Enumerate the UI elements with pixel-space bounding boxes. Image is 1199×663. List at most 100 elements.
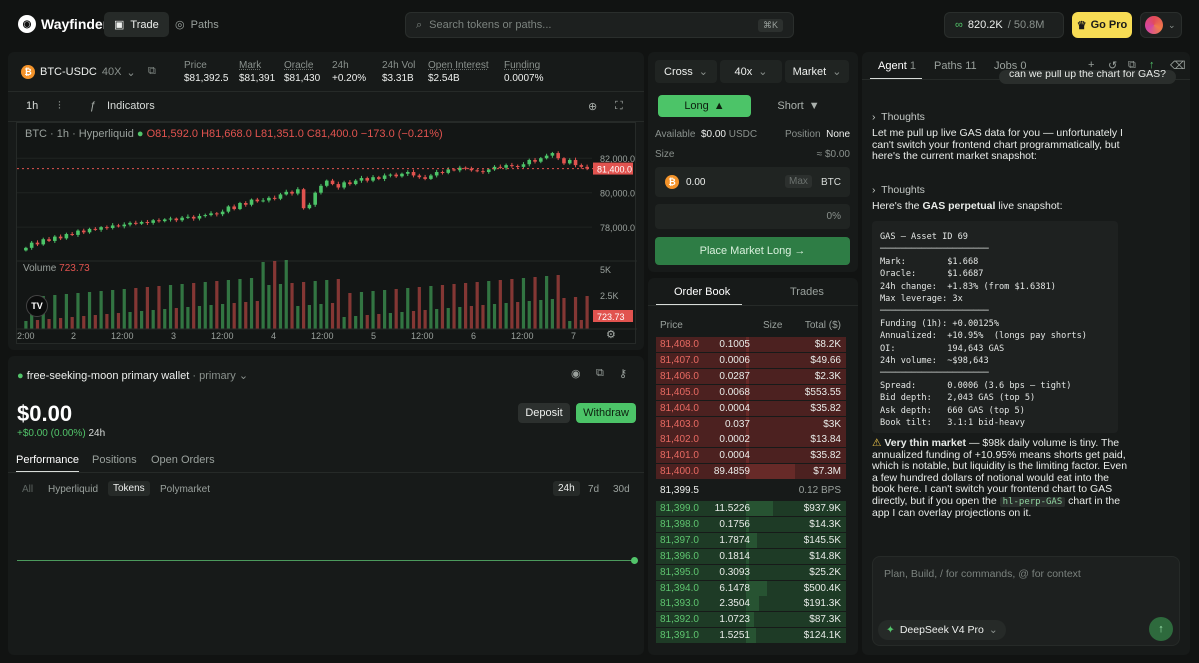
- volume-bar: [296, 306, 300, 329]
- candle-body: [197, 215, 202, 219]
- app-logo[interactable]: ◉ Wayfinder: [18, 15, 108, 33]
- percent-slider[interactable]: 0%: [655, 204, 850, 229]
- balance-display[interactable]: ∞ 820.2K/ 50.8M: [944, 12, 1064, 38]
- candle-style-icon[interactable]: ⫶: [58, 100, 61, 113]
- candle-body: [353, 180, 358, 185]
- eye-icon[interactable]: ◉: [571, 367, 581, 380]
- volume-bar: [215, 281, 219, 329]
- candle-body: [429, 175, 433, 179]
- key-icon[interactable]: ⚷: [619, 367, 627, 380]
- nav-paths[interactable]: ◎ Paths: [165, 12, 229, 37]
- tab-performance[interactable]: Performance: [16, 454, 79, 472]
- bid-row[interactable]: 81,393.0 2.3504 $191.3K: [656, 596, 846, 612]
- ask-row[interactable]: 81,408.0 0.1005 $8.2K: [656, 337, 846, 352]
- model-selector[interactable]: ✦ DeepSeek V4 Pro ⌄: [878, 620, 1006, 640]
- bitcoin-icon: ₿: [665, 175, 679, 189]
- volume-bar: [64, 294, 68, 329]
- ask-row[interactable]: 81,401.0 0.0004 $35.82: [656, 448, 846, 464]
- thoughts-toggle[interactable]: › Thoughts: [872, 111, 925, 123]
- range-7d[interactable]: 7d: [588, 484, 599, 495]
- fullscreen-icon[interactable]: ⛶: [615, 100, 623, 113]
- max-button[interactable]: Max: [785, 175, 812, 188]
- bid-row[interactable]: 81,396.0 0.1814 $14.8K: [656, 548, 846, 564]
- filter-tokens[interactable]: Tokens: [108, 481, 150, 496]
- volume-bar: [539, 300, 543, 329]
- wallet-selector[interactable]: ● free-seeking-moon primary wallet · pri…: [17, 369, 248, 382]
- ask-row[interactable]: 81,400.0 89.4859 $7.3M: [656, 464, 846, 480]
- indicators-button[interactable]: Indicators: [107, 100, 155, 112]
- interval-selector[interactable]: 1h: [26, 100, 38, 112]
- account-menu[interactable]: ⌄: [1140, 12, 1182, 38]
- margin-mode-select[interactable]: Cross ⌄: [655, 60, 717, 83]
- range-24h[interactable]: 24h: [553, 481, 580, 496]
- bid-row[interactable]: 81,395.0 0.3093 $25.2K: [656, 564, 846, 580]
- tab-positions[interactable]: Positions: [92, 454, 137, 466]
- wallet-panel: ● free-seeking-moon primary wallet · pri…: [8, 356, 644, 655]
- candle-body: [249, 199, 254, 205]
- bid-row[interactable]: 81,398.0 0.1756 $14.3K: [656, 516, 846, 532]
- candle-body: [411, 172, 416, 176]
- go-pro-button[interactable]: ♛ Go Pro: [1072, 12, 1132, 38]
- volume-bar: [550, 299, 554, 329]
- depth-bar: [746, 464, 795, 480]
- candle-body: [423, 177, 427, 179]
- volume-bar: [330, 303, 335, 329]
- candle-body: [24, 247, 28, 251]
- chevron-right-icon: ›: [872, 184, 876, 196]
- candle-body: [232, 206, 236, 210]
- search-input[interactable]: ⌕ Search tokens or paths... ⌘K: [405, 12, 794, 38]
- size-cell: 0.1005: [719, 339, 750, 350]
- candle-body: [510, 165, 514, 167]
- search-icon: ⌕: [416, 18, 423, 31]
- ask-row[interactable]: 81,403.0 0.037 $3K: [656, 416, 846, 432]
- tab-agent[interactable]: Agent 1: [878, 60, 916, 72]
- ask-row[interactable]: 81,406.0 0.0287 $2.3K: [656, 368, 846, 384]
- tab-order-book[interactable]: Order Book: [674, 286, 730, 298]
- volume-bar: [469, 306, 473, 329]
- external-link-icon[interactable]: ⧉: [148, 65, 156, 78]
- ask-row[interactable]: 81,405.0 0.0068 $553.55: [656, 384, 846, 400]
- bid-row[interactable]: 81,397.0 1.7874 $145.5K: [656, 532, 846, 548]
- volume-bar: [556, 275, 560, 329]
- send-button[interactable]: ↑: [1149, 617, 1173, 641]
- tab-paths[interactable]: Paths 11: [934, 60, 977, 72]
- x-tick-label: 3: [171, 331, 176, 341]
- volume-bar: [197, 306, 202, 329]
- price-cell: 81,400.0: [660, 466, 699, 478]
- settings-icon[interactable]: ⚙: [606, 328, 616, 341]
- copy-icon[interactable]: ⧉: [596, 367, 604, 380]
- short-button[interactable]: Short ▼: [752, 95, 845, 117]
- stat-mark: Mark $81,391: [239, 60, 276, 84]
- thoughts-toggle[interactable]: › Thoughts: [872, 184, 925, 196]
- tab-trades[interactable]: Trades: [790, 286, 824, 298]
- bid-row[interactable]: 81,392.0 1.0723 $87.3K: [656, 612, 846, 628]
- tradingview-logo[interactable]: TV: [26, 295, 48, 317]
- bid-row[interactable]: 81,399.0 11.5226 $937.9K: [656, 501, 846, 516]
- filter-polymarket[interactable]: Polymarket: [160, 484, 210, 495]
- wallet-balance: $0.00: [17, 401, 73, 426]
- agent-message: Let me pull up live GAS data for you — u…: [872, 127, 1123, 162]
- filter-all[interactable]: All: [22, 484, 33, 495]
- bid-row[interactable]: 81,391.0 1.5251 $124.1K: [656, 628, 846, 644]
- leverage-select[interactable]: 40x ⌄: [720, 60, 782, 83]
- range-30d[interactable]: 30d: [613, 484, 630, 495]
- filter-hyperliquid[interactable]: Hyperliquid: [48, 484, 98, 495]
- pair-selector[interactable]: ₿ BTC-USDC 40X ⌄: [21, 65, 136, 79]
- long-button[interactable]: Long ▲: [658, 95, 751, 117]
- order-type-select[interactable]: Market ⌄: [785, 60, 849, 83]
- nav-trade[interactable]: ▣ Trade: [104, 12, 169, 37]
- ask-row[interactable]: 81,407.0 0.0006 $49.66: [656, 352, 846, 368]
- ask-row[interactable]: 81,402.0 0.0002 $13.84: [656, 432, 846, 448]
- deposit-button[interactable]: Deposit: [518, 403, 570, 423]
- price-chart[interactable]: BTC · 1h · Hyperliquid ● O81,592.0 H81,6…: [16, 122, 637, 344]
- chat-input[interactable]: Plan, Build, / for commands, @ for conte…: [872, 556, 1180, 646]
- price-cell: 81,406.0: [660, 370, 699, 382]
- withdraw-button[interactable]: Withdraw: [576, 403, 636, 423]
- tab-open-orders[interactable]: Open Orders: [151, 454, 215, 466]
- amount-input[interactable]: ₿ 0.00 Max BTC: [655, 167, 850, 197]
- place-order-button[interactable]: Place Market Long →: [655, 237, 850, 265]
- bid-row[interactable]: 81,394.0 6.1478 $500.4K: [656, 580, 846, 596]
- zoom-icon[interactable]: ⊕: [588, 100, 597, 113]
- ask-row[interactable]: 81,404.0 0.0004 $35.82: [656, 400, 846, 416]
- volume-bar: [446, 308, 450, 329]
